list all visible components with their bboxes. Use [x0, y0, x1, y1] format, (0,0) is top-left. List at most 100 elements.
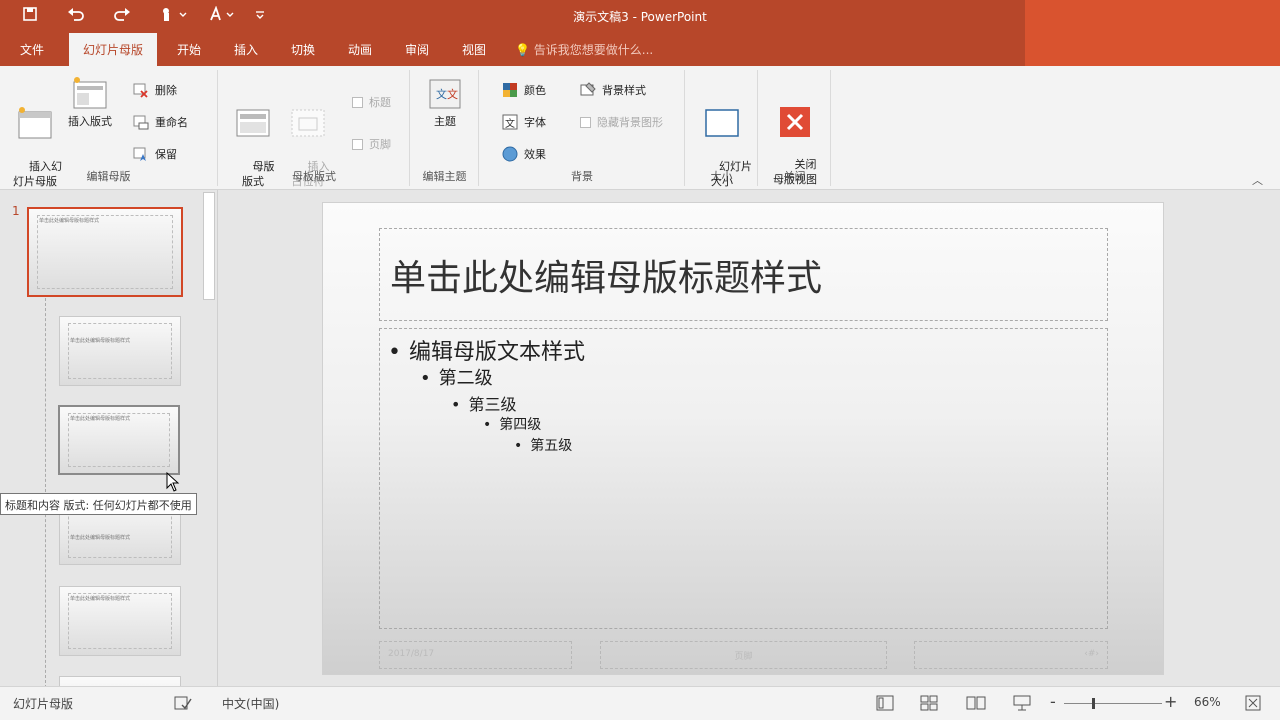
- thumbnail-layout-1[interactable]: 单击此处编辑母版标题样式: [59, 316, 181, 386]
- fit-slide-icon[interactable]: [1245, 695, 1261, 714]
- group-label-master-layout: 母板版式: [292, 170, 336, 183]
- hide-background-checkbox-box: [580, 116, 591, 128]
- customize-icon[interactable]: [254, 6, 266, 27]
- delete-button[interactable]: 删除: [133, 82, 177, 98]
- slide-number-placeholder[interactable]: ‹#›: [914, 641, 1108, 669]
- group-size: 幻灯片 大小 大小: [686, 70, 758, 188]
- slide-size-button[interactable]: 幻灯片 大小: [698, 76, 752, 204]
- fonts-icon: 文: [502, 114, 518, 130]
- tab-insert[interactable]: 插入: [234, 41, 258, 58]
- slideshow-icon[interactable]: [1013, 695, 1031, 714]
- colors-button[interactable]: 颜色: [502, 82, 546, 98]
- scrollbar-thumb[interactable]: [203, 192, 215, 300]
- view-name: 幻灯片母版: [13, 697, 74, 711]
- touch-mode-icon[interactable]: [160, 6, 188, 27]
- colors-icon: [503, 83, 517, 97]
- thumbnail-layout-5[interactable]: [59, 676, 181, 686]
- zoom-in-button[interactable]: +: [1164, 692, 1177, 711]
- tab-transitions[interactable]: 切换: [291, 41, 315, 58]
- bullet-level-1: 编辑母版文本样式: [388, 334, 585, 366]
- preserve-button[interactable]: 保留: [133, 146, 177, 162]
- group-close: 关闭 母版视图 关闭: [759, 70, 831, 186]
- fonts-button[interactable]: 文 字体: [502, 114, 546, 130]
- title-checkbox[interactable]: 标题: [352, 94, 391, 110]
- normal-view-icon[interactable]: [876, 695, 894, 714]
- effects-button[interactable]: 效果: [502, 146, 546, 162]
- reading-view-icon[interactable]: [966, 695, 986, 714]
- svg-text:文: 文: [447, 87, 458, 101]
- themes-button[interactable]: 文文 主题: [425, 78, 465, 129]
- language-indicator[interactable]: 中文(中国): [222, 695, 279, 712]
- ribbon: 插入幻 灯片母版 插入版式 删除 重命名 保留 编辑母版 母版 版式 插入 占位…: [0, 66, 1280, 190]
- collapse-ribbon-icon[interactable]: ︿: [1252, 172, 1263, 188]
- background-styles-icon: [580, 82, 596, 96]
- footer-checkbox[interactable]: 页脚: [352, 136, 391, 152]
- preserve-icon: [133, 147, 146, 161]
- redo-icon[interactable]: [113, 6, 131, 27]
- thumbnail-scrollbar[interactable]: [200, 190, 217, 686]
- layout-tooltip: 标题和内容 版式: 任何幻灯片都不使用: [0, 493, 197, 515]
- background-styles-button[interactable]: 背景样式: [580, 82, 646, 98]
- insert-slide-master-button[interactable]: 插入幻 灯片母版: [8, 76, 62, 204]
- hide-background-checkbox[interactable]: 隐藏背景图形: [580, 114, 663, 130]
- thumbnail-layout-4-title: 单击此处编辑母版标题样式: [70, 596, 131, 602]
- slide-sorter-icon[interactable]: [920, 695, 938, 714]
- spell-check-icon[interactable]: [174, 695, 192, 714]
- tab-slide-master[interactable]: 幻灯片母版: [69, 33, 158, 66]
- bullet-level-5: 第五级: [514, 435, 572, 455]
- group-label-edit-master: 编辑母版: [86, 170, 131, 183]
- slide-size-icon: [705, 109, 739, 137]
- font-color-icon[interactable]: [208, 5, 236, 27]
- thumbnail-layout-4[interactable]: 单击此处编辑母版标题样式: [59, 586, 181, 656]
- insert-placeholder-button[interactable]: 插入 占位符: [283, 76, 333, 204]
- tab-animations[interactable]: 动画: [348, 41, 372, 58]
- body-placeholder[interactable]: 编辑母版文本样式 第二级 第三级 第四级 第五级: [379, 328, 1108, 629]
- lightbulb-icon: 💡: [515, 43, 530, 57]
- effects-icon: [502, 146, 518, 162]
- thumbnail-layout-2-title: 单击此处编辑母版标题样式: [70, 416, 131, 422]
- date-placeholder[interactable]: 2017/8/17: [379, 641, 572, 669]
- title-placeholder-text: 单击此处编辑母版标题样式: [390, 258, 823, 299]
- slide-canvas: 单击此处编辑母版标题样式 编辑母版文本样式 第二级 第三级 第四级 第五级 20…: [219, 190, 1280, 686]
- title-bar-accent: [1025, 0, 1280, 68]
- group-label-edit-theme: 编辑主题: [422, 170, 467, 183]
- group-background: 颜色 文 字体 效果 背景样式 隐藏背景图形 背景: [480, 70, 685, 186]
- group-master-layout: 母版 版式 插入 占位符 标题 页脚 母板版式: [219, 70, 410, 188]
- master-layout-button[interactable]: 母版 版式: [231, 76, 275, 204]
- rename-icon: [133, 115, 149, 130]
- tell-me-box[interactable]: 💡 告诉我您想要做什么...: [515, 41, 653, 58]
- zoom-out-button[interactable]: -: [1050, 692, 1056, 711]
- master-layout-icon: [236, 109, 270, 137]
- zoom-level[interactable]: 66%: [1194, 695, 1221, 709]
- bullet-level-4: 第四级: [483, 414, 541, 434]
- slide-master[interactable]: 单击此处编辑母版标题样式 编辑母版文本样式 第二级 第三级 第四级 第五级 20…: [322, 202, 1164, 675]
- slide-number: 1: [12, 204, 20, 218]
- rename-button[interactable]: 重命名: [133, 114, 188, 130]
- insert-layout-button[interactable]: 插入版式: [62, 76, 118, 129]
- zoom-slider[interactable]: [1064, 698, 1162, 709]
- thumbnail-master-title: 单击此处编辑母版标题样式: [39, 218, 100, 224]
- delete-icon: [133, 83, 148, 98]
- save-icon[interactable]: [22, 6, 38, 27]
- insert-layout-icon: [73, 77, 107, 109]
- window-title: 演示文稿3 - PowerPoint: [573, 10, 707, 24]
- tab-home[interactable]: 开始: [177, 41, 201, 58]
- bullet-level-3: 第三级: [451, 391, 516, 415]
- svg-text:文: 文: [505, 117, 515, 130]
- thumbnail-layout-2[interactable]: 单击此处编辑母版标题样式: [58, 405, 180, 475]
- footer-placeholder[interactable]: 页脚: [600, 641, 887, 669]
- title-placeholder[interactable]: 单击此处编辑母版标题样式: [379, 228, 1108, 321]
- tell-me-text: 告诉我您想要做什么...: [533, 43, 654, 57]
- thumbnail-layout-3-title: 单击此处编辑母版标题样式: [70, 535, 131, 541]
- tab-view[interactable]: 视图: [462, 41, 486, 58]
- tab-review[interactable]: 审阅: [405, 41, 429, 58]
- zoom-slider-thumb[interactable]: [1092, 698, 1095, 709]
- close-icon: [780, 107, 810, 137]
- themes-icon: 文文: [429, 79, 461, 109]
- group-edit-theme: 文文 主题 编辑主题: [411, 70, 479, 186]
- footer-checkbox-box: [352, 138, 363, 150]
- undo-icon[interactable]: [67, 6, 85, 27]
- tab-file[interactable]: 文件: [20, 41, 44, 58]
- thumbnail-master[interactable]: 单击此处编辑母版标题样式: [27, 207, 183, 297]
- bullet-level-2: 第二级: [420, 364, 493, 390]
